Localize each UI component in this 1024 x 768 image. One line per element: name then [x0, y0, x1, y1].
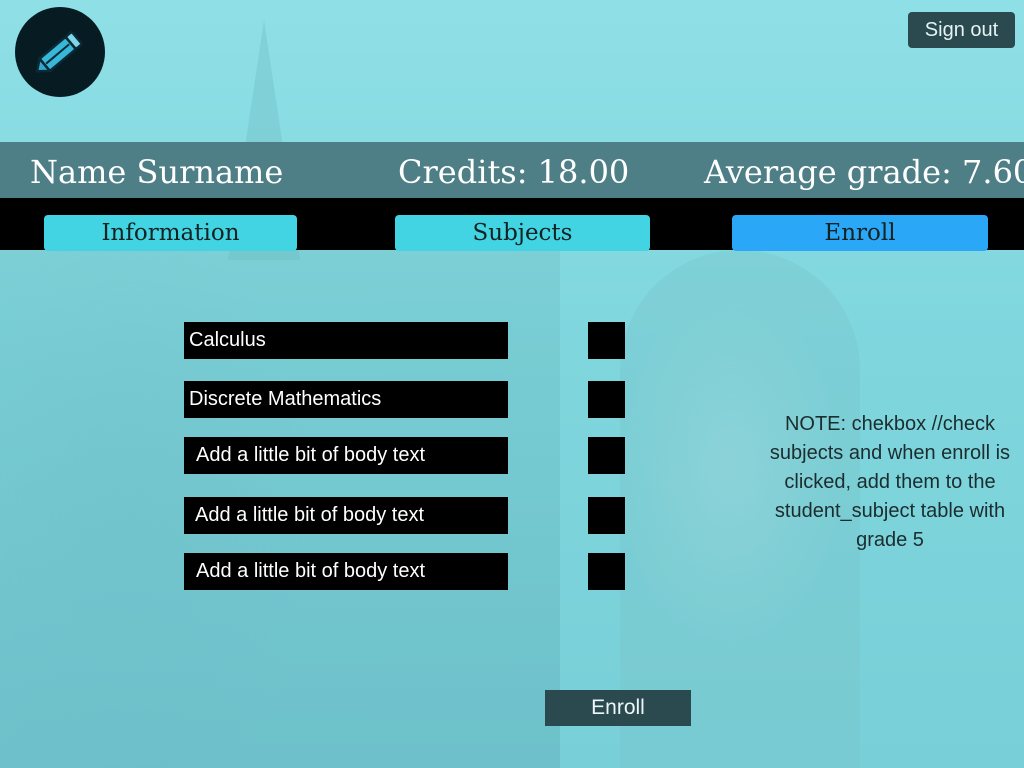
subject-item-discrete-mathematics: Discrete Mathematics	[184, 381, 508, 418]
sign-out-button[interactable]: Sign out	[908, 12, 1015, 48]
subject-item: Add a little bit of body text	[184, 553, 508, 590]
subject-item-calculus: Calculus	[184, 322, 508, 359]
pencil-icon	[35, 31, 83, 73]
subject-item: Add a little bit of body text	[184, 497, 508, 534]
average-grade-label: Average grade: 7.60	[704, 153, 1024, 191]
tab-subjects[interactable]: Subjects	[395, 215, 650, 251]
subject-checkbox[interactable]	[588, 553, 625, 590]
tab-information[interactable]: Information	[44, 215, 297, 251]
subject-checkbox[interactable]	[588, 381, 625, 418]
credits-label: Credits: 18.00	[398, 153, 630, 191]
enroll-button[interactable]: Enroll	[545, 690, 691, 726]
subject-checkbox[interactable]	[588, 322, 625, 359]
subject-item: Add a little bit of body text	[184, 437, 508, 474]
subject-checkbox[interactable]	[588, 437, 625, 474]
tab-enroll[interactable]: Enroll	[732, 215, 988, 251]
app-logo[interactable]	[15, 7, 105, 97]
user-name: Name Surname	[30, 153, 284, 191]
developer-note: NOTE: chekbox //check subjects and when …	[769, 413, 1011, 551]
subject-checkbox[interactable]	[588, 497, 625, 534]
